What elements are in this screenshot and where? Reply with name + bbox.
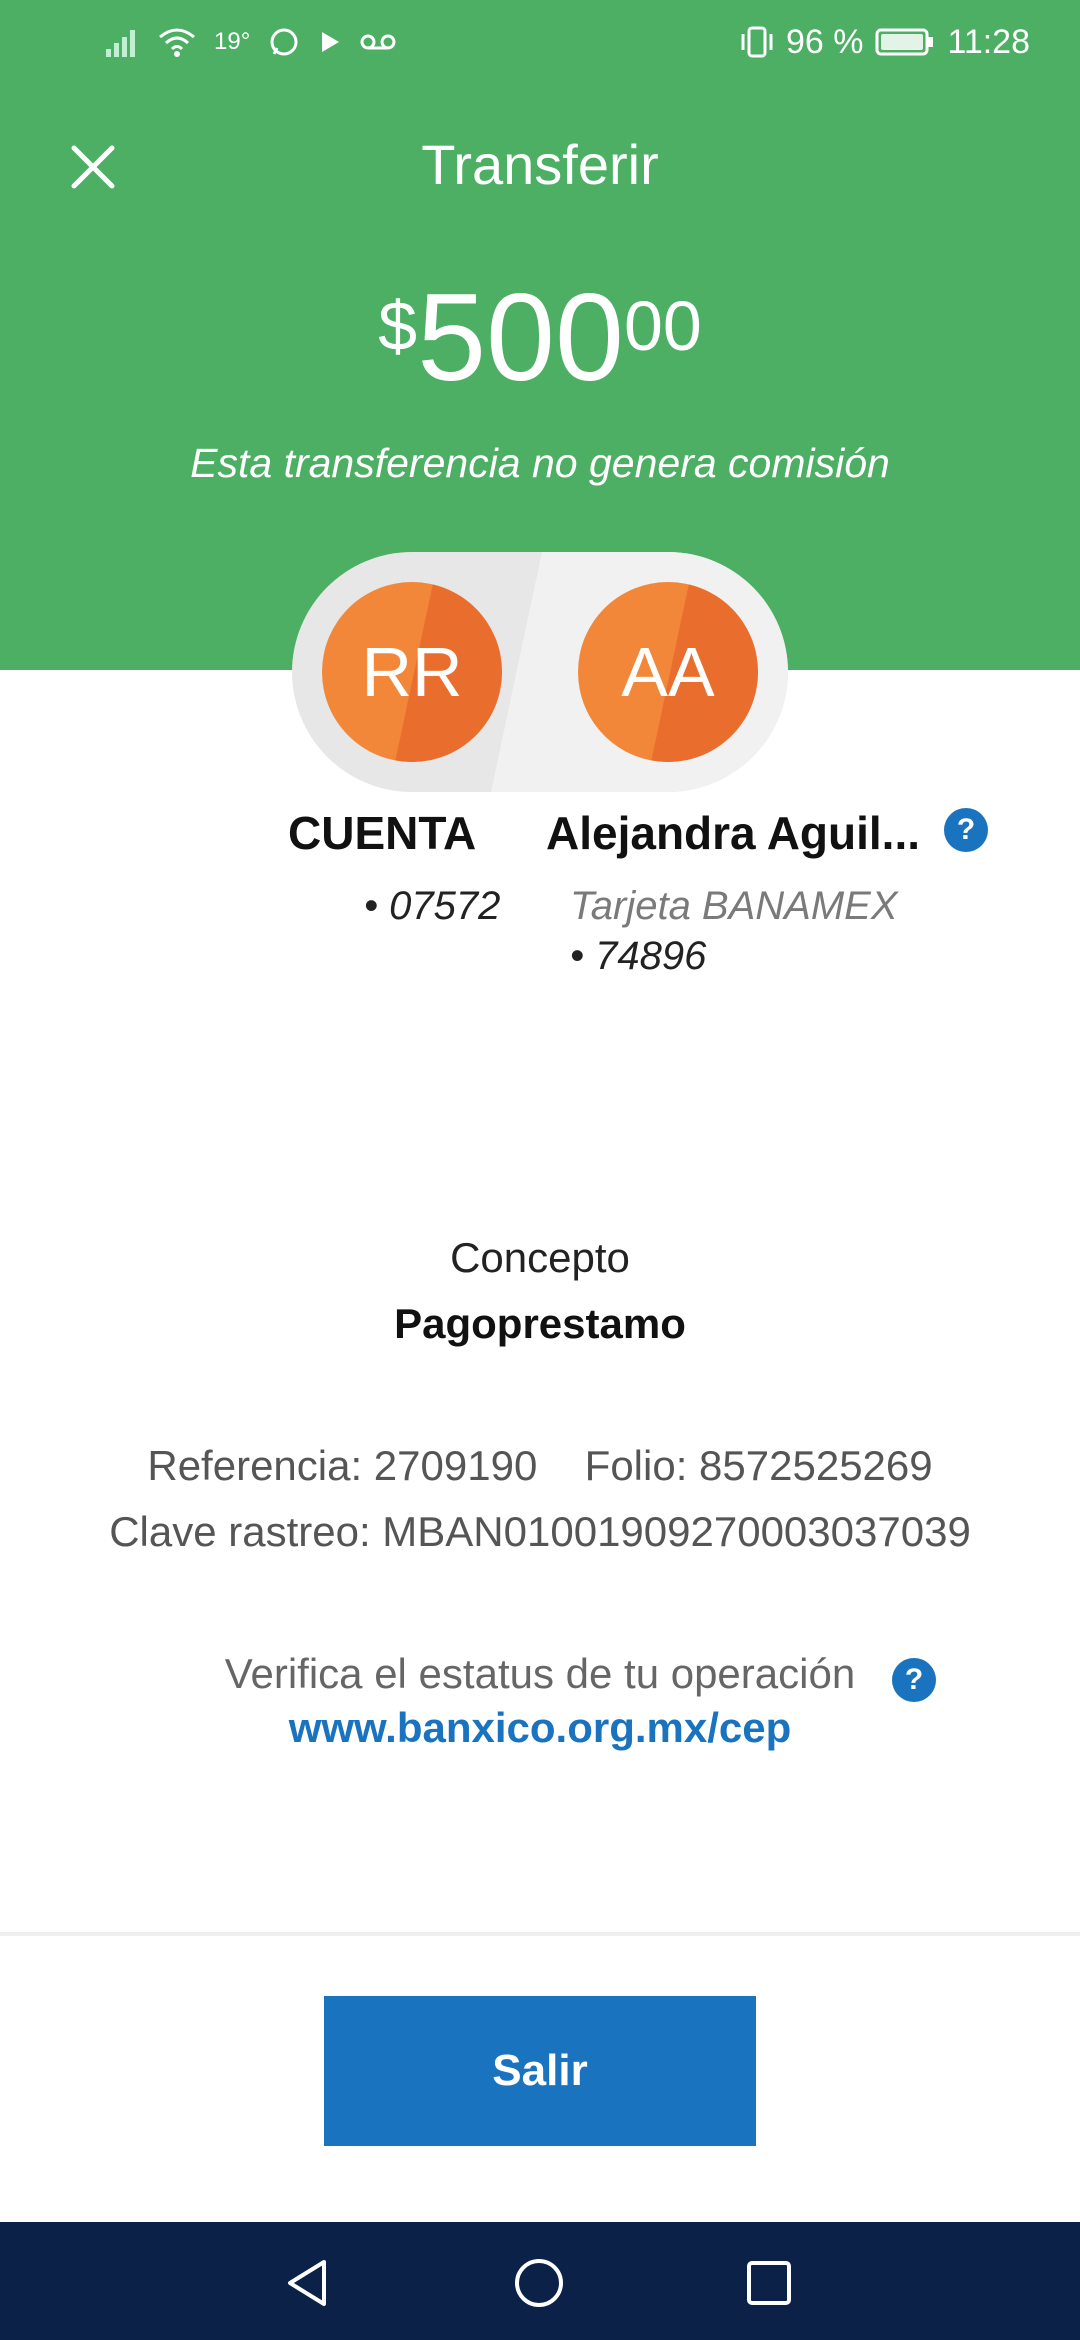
folio-text: Folio: 8572525269 — [584, 1442, 933, 1489]
bottom-divider — [0, 1932, 1080, 1936]
verify-help-button[interactable]: ? — [892, 1658, 936, 1702]
from-avatar: RR — [322, 582, 502, 762]
to-account-number: • 74896 — [570, 934, 707, 978]
to-account-bank: Tarjeta BANAMEX — [570, 884, 898, 928]
tracking-key: Clave rastreo: MBAN01001909270003037039 — [109, 1508, 971, 1555]
voicemail-icon — [360, 34, 396, 50]
concept-label: Concepto — [450, 1234, 630, 1281]
amount-decimals: 00 — [623, 287, 702, 365]
status-bar: 19° 96 % 11:28 — [0, 0, 1080, 84]
exit-button[interactable]: Salir — [324, 1996, 756, 2146]
concept-value: Pagoprestamo — [394, 1300, 686, 1347]
status-right: 96 % 11:28 — [740, 18, 1030, 66]
system-navigation-bar — [0, 2222, 1080, 2340]
signal-icon — [106, 30, 135, 57]
temperature-text: 19° — [214, 28, 251, 55]
back-icon[interactable] — [282, 2256, 336, 2310]
whatsapp-icon — [270, 28, 298, 56]
reference-line: Referencia: 2709190 Folio: 8572525269 — [0, 1442, 1080, 1490]
vibrate-icon — [741, 26, 773, 58]
commission-note: Esta transferencia no genera comisión — [190, 440, 890, 486]
help-icon: ? — [956, 813, 976, 846]
home-icon[interactable] — [512, 2256, 566, 2310]
battery-icon — [875, 28, 934, 56]
recents-icon[interactable] — [744, 2258, 794, 2308]
help-icon: ? — [904, 1663, 924, 1696]
to-avatar: AA — [578, 582, 758, 762]
from-account-number: • 07572 — [364, 884, 501, 928]
clock-text: 11:28 — [947, 22, 1030, 61]
to-account-name: Alejandra Aguil... — [546, 807, 921, 859]
to-initials: AA — [621, 633, 715, 711]
status-left: 19° — [106, 20, 396, 64]
banxico-link[interactable]: www.banxico.org.mx/cep — [0, 1704, 1080, 1752]
page-title: Transferir — [421, 133, 659, 196]
from-initials: RR — [361, 633, 463, 711]
wifi-icon — [159, 28, 195, 57]
battery-percent: 96 % — [785, 22, 864, 61]
transfer-amount: $50000 — [0, 268, 1080, 408]
reference-text: Referencia: 2709190 — [147, 1442, 538, 1489]
amount-currency: $ — [378, 287, 418, 365]
play-icon — [322, 32, 340, 52]
account-help-button[interactable]: ? — [944, 808, 988, 852]
from-account-name: CUENTA — [288, 807, 477, 859]
amount-integer: 500 — [417, 269, 624, 407]
